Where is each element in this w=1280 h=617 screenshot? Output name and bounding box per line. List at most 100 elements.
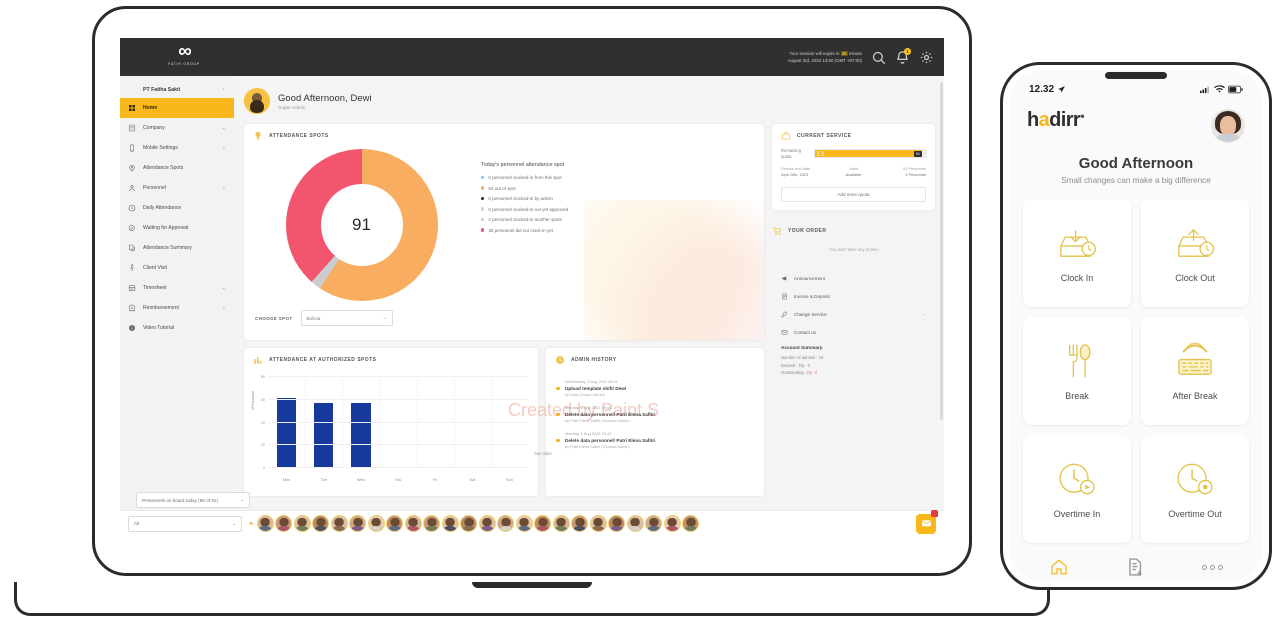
sidebar-item-timesheet[interactable]: Timesheet ⌄ — [120, 278, 234, 298]
personnel-avatar[interactable] — [331, 515, 348, 532]
sidebar-item-mobile-settings[interactable]: Mobile Settings ⌄ — [120, 138, 234, 158]
legend-color-swatch — [481, 207, 484, 210]
personnel-filter-select[interactable]: All ⌄ — [128, 516, 242, 532]
personnel-avatar[interactable] — [294, 515, 311, 532]
choose-spot-label: CHOOSE SPOT — [255, 316, 293, 321]
bar[interactable] — [277, 398, 296, 467]
personnel-avatar[interactable] — [423, 515, 440, 532]
card-title: ATTENDANCE SPOTS — [269, 133, 329, 139]
sidebar-item-waiting-for-approval[interactable]: Waiting for Approval — [120, 218, 234, 238]
page-scrollbar[interactable] — [940, 82, 943, 420]
attendance-spots-card: ATTENDANCE SPOTS 91 — [244, 124, 764, 340]
choose-spot-row: CHOOSE SPOT Bolivia ⌄ — [244, 301, 764, 326]
list-item[interactable]: Monday, 1 Aug 2022 19:42Delete data pers… — [556, 431, 754, 449]
right-link-invoice-deposit[interactable]: Invoice & Deposit — [772, 287, 935, 305]
personnel-avatar[interactable] — [664, 515, 681, 532]
nav-item-more[interactable] — [1202, 565, 1223, 570]
mobile-app-screen: 12.32 hadirr● Good Afternoon — [1009, 71, 1263, 581]
list-item[interactable]: Wednesday, 3 Aug 2022 08:01Upload templa… — [556, 379, 754, 397]
tile-label: After Break — [1172, 391, 1217, 401]
personnel-avatar[interactable] — [682, 515, 699, 532]
sidebar-item-reimbursement[interactable]: Reimbursement ⌄ — [120, 298, 234, 318]
phone-app-header: hadirr● — [1009, 95, 1263, 143]
add-more-quota-button[interactable]: Add more quota — [781, 187, 926, 202]
right-link-change-service[interactable]: Change Service ⌄ — [772, 305, 935, 323]
personnel-avatar[interactable] — [553, 515, 570, 532]
sidebar-item-label: Waiting for Approval — [143, 225, 219, 231]
see-older-link[interactable]: See older — [534, 451, 752, 456]
personnel-avatar[interactable] — [257, 515, 274, 532]
personnel-avatar[interactable] — [571, 515, 588, 532]
tile-clock-in[interactable]: Clock In — [1023, 199, 1131, 307]
bar[interactable] — [314, 403, 333, 467]
current-service-card: CURRENT SERVICE Remaining quota 0 91 — [772, 124, 935, 210]
tile-break[interactable]: Break — [1023, 317, 1131, 425]
avatar[interactable] — [244, 88, 270, 114]
personnel-avatar[interactable] — [405, 515, 422, 532]
personnel-avatar[interactable] — [386, 515, 403, 532]
avatar-hair — [390, 518, 399, 526]
avatar-body — [573, 526, 586, 532]
tile-overtime-in[interactable]: Overtime In — [1023, 435, 1131, 543]
phone-notch — [1105, 72, 1167, 79]
personnel-avatar[interactable] — [442, 515, 459, 532]
sidebar-item-attendance-spots[interactable]: Attendance Spots — [120, 158, 234, 178]
personnel-avatar[interactable] — [627, 515, 644, 532]
donut-center: 91 — [321, 184, 403, 266]
onboard-today-select[interactable]: Personnels on board today (56 of 91) ⌄ — [136, 492, 250, 508]
sidebar-item-daily-attendance[interactable]: Daily Attendance — [120, 198, 234, 218]
brand-logo[interactable]: ∞ FATIH GROUP — [148, 42, 220, 66]
phone-bottom-nav — [1009, 543, 1263, 577]
personnel-avatar[interactable] — [534, 515, 551, 532]
nav-item-home[interactable] — [1049, 557, 1069, 577]
personnel-avatar[interactable] — [312, 515, 329, 532]
service-meta-row: Service end date April 20th, 2023 Used A… — [772, 160, 935, 178]
right-link-announcement[interactable]: Announcement — [772, 269, 935, 287]
right-link-label: Invoice & Deposit — [794, 294, 920, 299]
gridline: 40 — [268, 422, 528, 423]
dashboard-right-column: CURRENT SERVICE Remaining quota 0 91 — [772, 124, 935, 496]
logo-part-2: a — [1039, 109, 1050, 131]
tile-after-break[interactable]: After Break — [1141, 317, 1249, 425]
bell-icon[interactable]: 1 — [895, 50, 910, 65]
tile-clock-out[interactable]: Clock Out — [1141, 199, 1249, 307]
screenshot-stage: ∞ FATIH GROUP Your session will expire i… — [0, 0, 1280, 617]
avatar[interactable] — [1211, 109, 1245, 143]
grid-icon — [128, 104, 136, 112]
status-right — [1200, 85, 1243, 94]
personnel-avatar[interactable] — [275, 515, 292, 532]
sidebar-item-company[interactable]: Company ⌄ — [120, 118, 234, 138]
avatar-body — [499, 526, 512, 532]
personnel-avatar[interactable] — [497, 515, 514, 532]
personnel-avatar[interactable] — [479, 515, 496, 532]
avatar-body — [628, 526, 641, 532]
tile-overtime-out[interactable]: Overtime Out — [1141, 435, 1249, 543]
sidebar-item-attendance-summary[interactable]: Attendance Summary — [120, 238, 234, 258]
chat-button[interactable] — [916, 514, 936, 534]
sidebar-item-client-visit[interactable]: Client Visit — [120, 258, 234, 278]
status-left: 12.32 — [1029, 84, 1066, 95]
sidebar-item-home[interactable]: Home — [120, 98, 234, 118]
personnel-avatar[interactable] — [516, 515, 533, 532]
personnel-avatar[interactable] — [608, 515, 625, 532]
personnel-avatar[interactable] — [460, 515, 477, 532]
right-link-contact-us[interactable]: Contact us — [772, 323, 935, 341]
choose-spot-select[interactable]: Bolivia ⌄ — [301, 310, 393, 326]
phone-icon — [128, 144, 136, 152]
avatar-body — [1216, 134, 1240, 143]
personnel-avatar[interactable] — [349, 515, 366, 532]
sidebar-item-personnel[interactable]: Personnel ⌄ — [120, 178, 234, 198]
avatar-body — [425, 526, 438, 532]
gear-icon[interactable] — [919, 50, 934, 65]
list-item[interactable]: Monday, 1 Aug 2022 19:43Delete data pers… — [556, 405, 754, 423]
topbar-actions: Your session will expire in 26 minute Au… — [788, 38, 934, 76]
bar[interactable] — [351, 403, 370, 467]
personnel-avatar[interactable] — [590, 515, 607, 532]
personnel-avatar[interactable] — [368, 515, 385, 532]
search-icon[interactable] — [871, 50, 886, 65]
chevron-down-icon: ⌄ — [232, 521, 236, 527]
chevron-left-icon[interactable]: ‹ — [223, 86, 225, 93]
nav-item-documents[interactable] — [1125, 557, 1145, 577]
personnel-avatar[interactable] — [645, 515, 662, 532]
sidebar-item-video-tutorial[interactable]: Video Tutorial — [120, 318, 234, 338]
